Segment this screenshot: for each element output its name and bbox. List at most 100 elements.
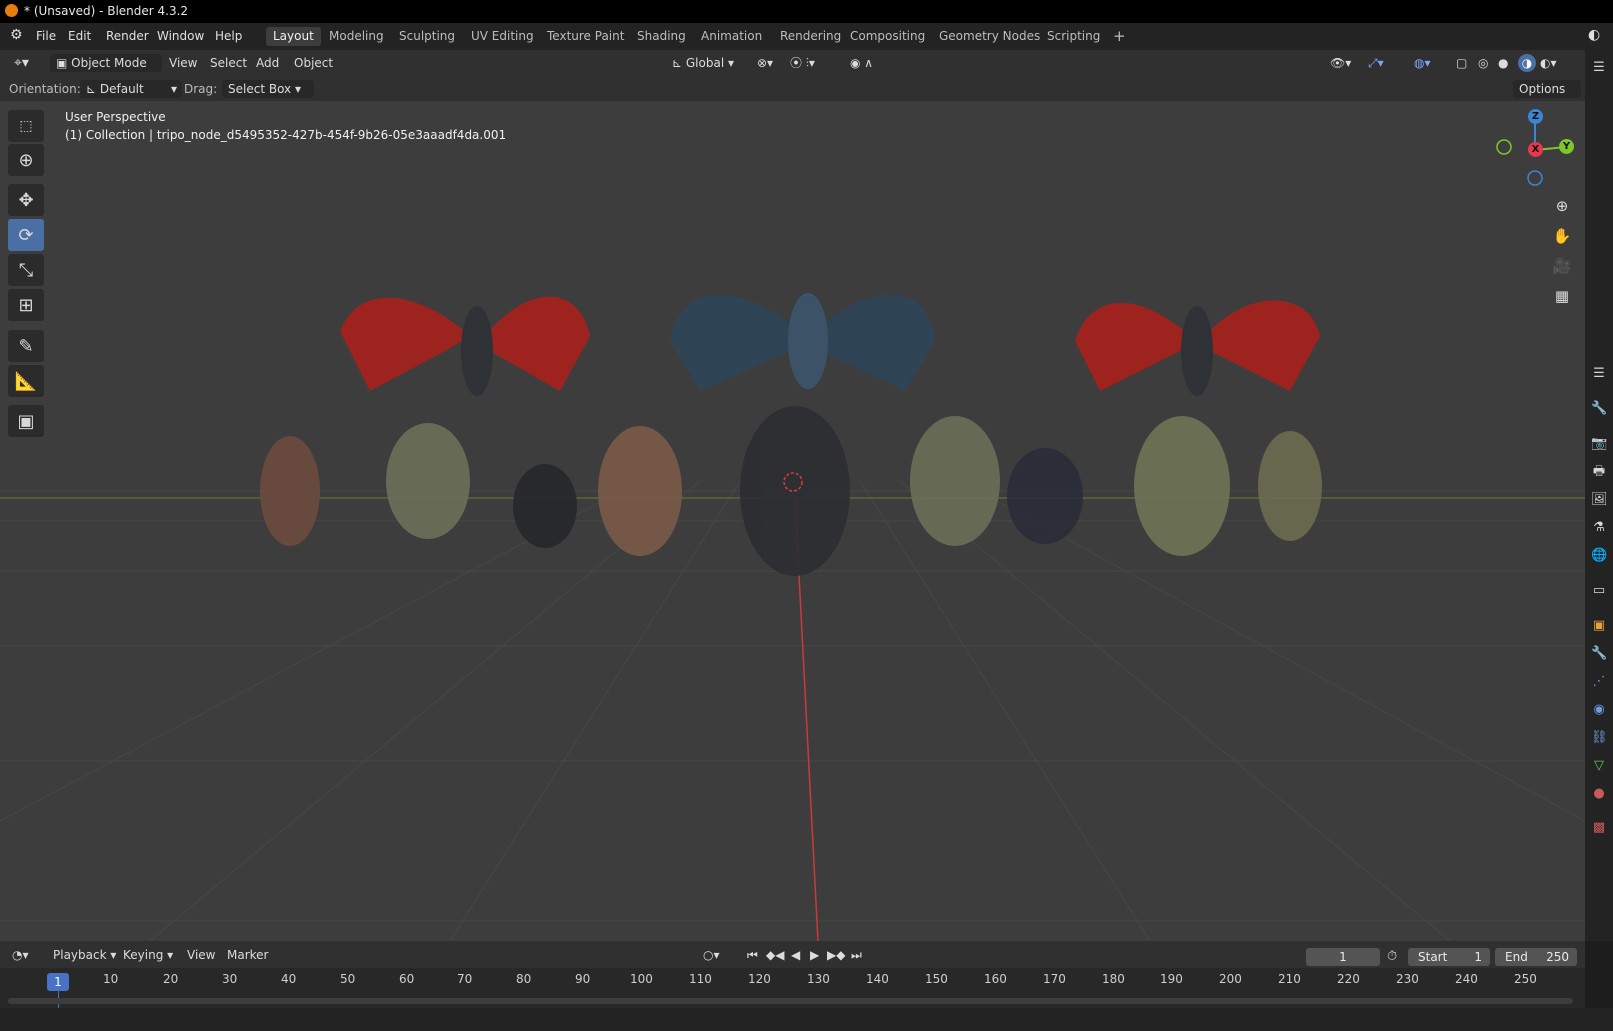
add-workspace-icon[interactable]: + xyxy=(1106,27,1133,46)
tab-modeling[interactable]: Modeling xyxy=(322,27,391,46)
scene-icon[interactable]: ◐ xyxy=(1588,27,1600,43)
rendered-shading-icon[interactable]: ◐▾ xyxy=(1540,54,1557,72)
gizmo-z[interactable]: Z xyxy=(1528,109,1543,124)
menu-window[interactable]: Window xyxy=(157,29,204,43)
proportional-edit-icon[interactable]: ◉ ∧ xyxy=(850,54,873,72)
keying-menu[interactable]: Keying ▾ xyxy=(123,946,173,964)
object-tab-icon[interactable]: ▣ xyxy=(1591,618,1607,634)
frame-tick: 150 xyxy=(925,972,948,986)
window-title: * (Unsaved) - Blender 4.3.2 xyxy=(24,4,189,18)
gizmo-x[interactable]: X xyxy=(1528,142,1543,157)
current-frame-field[interactable]: 1 xyxy=(1306,948,1380,966)
playback-menu[interactable]: Playback ▾ xyxy=(53,946,116,964)
modifier-tab-icon[interactable]: 🔧 xyxy=(1591,646,1607,662)
world-tab-icon[interactable]: 🌐 xyxy=(1591,548,1607,564)
select-box-tool-icon[interactable]: ⬚ xyxy=(8,110,44,142)
output-tab-icon[interactable]: 🖶 xyxy=(1591,464,1607,480)
blender-menu-icon[interactable]: ⚙ xyxy=(10,27,23,43)
cursor-tool-icon[interactable]: ⊕ xyxy=(8,144,44,176)
jump-end-icon[interactable]: ⏭ xyxy=(851,946,862,964)
timeline-area[interactable]: 1 10 20 30 40 50 60 70 80 90 100 110 120… xyxy=(0,968,1585,1008)
menu-view[interactable]: View xyxy=(169,54,197,72)
zoom-icon[interactable]: ⊕ xyxy=(1548,193,1576,219)
timeline-scrollbar[interactable] xyxy=(8,998,1573,1004)
overlay-toggle-icon[interactable]: ◍▾ xyxy=(1414,54,1431,72)
xray-icon[interactable]: ▢ xyxy=(1456,54,1467,72)
preview-range-icon[interactable]: ⏱ xyxy=(1387,949,1397,964)
gizmo-toggle-icon[interactable]: ⤢▾ xyxy=(1368,54,1384,72)
render-tab-icon[interactable]: 📷 xyxy=(1591,436,1607,452)
3d-viewport[interactable]: Z Y X xyxy=(0,101,1585,941)
editor-type-icon[interactable]: ⌖▾ xyxy=(14,54,29,72)
drag-dropdown[interactable]: Select Box ▾ xyxy=(222,80,314,98)
gizmo-y[interactable]: Y xyxy=(1559,139,1574,154)
move-tool-icon[interactable]: ✥ xyxy=(8,184,44,216)
visibility-icon[interactable]: 👁▾ xyxy=(1330,54,1351,72)
camera-view-icon[interactable]: 🎥 xyxy=(1548,253,1576,279)
annotate-tool-icon[interactable]: ✎ xyxy=(8,330,44,362)
wireframe-shading-icon[interactable]: ◎ xyxy=(1478,54,1488,72)
menu-file[interactable]: File xyxy=(36,29,56,43)
tab-texture-paint[interactable]: Texture Paint xyxy=(540,27,631,46)
snap-icon[interactable]: ⦿ ⫶▾ xyxy=(790,54,815,72)
next-keyframe-icon[interactable]: ▶◆ xyxy=(827,946,845,964)
collection-tab-icon[interactable]: ▭ xyxy=(1591,583,1607,599)
view-layer-tab-icon[interactable]: 🖼 xyxy=(1591,492,1608,508)
tool-tab-icon[interactable]: 🔧 xyxy=(1591,401,1607,417)
add-cube-tool-icon[interactable]: ▣ xyxy=(8,405,44,437)
scale-tool-icon[interactable]: ⤡ xyxy=(8,254,44,286)
status-bar xyxy=(0,1008,1613,1031)
tab-animation[interactable]: Animation xyxy=(694,27,769,46)
tab-uv-editing[interactable]: UV Editing xyxy=(464,27,541,46)
rotate-tool-icon[interactable]: ⟳ xyxy=(8,219,44,251)
menu-help[interactable]: Help xyxy=(215,29,242,43)
measure-tool-icon[interactable]: 📐 xyxy=(8,365,44,397)
menu-add[interactable]: Add xyxy=(256,54,279,72)
tab-scripting[interactable]: Scripting xyxy=(1040,27,1107,46)
mode-dropdown[interactable]: ▣ Object Mode ▾ xyxy=(50,54,162,88)
pivot-icon[interactable]: ⊗▾ xyxy=(757,54,773,72)
menu-edit[interactable]: Edit xyxy=(68,29,91,43)
data-tab-icon[interactable]: ▽ xyxy=(1591,758,1607,774)
play-reverse-icon[interactable]: ◀ xyxy=(791,946,800,964)
tab-layout[interactable]: Layout xyxy=(266,27,321,46)
tab-shading[interactable]: Shading xyxy=(630,27,693,46)
auto-keying-icon[interactable]: ○▾ xyxy=(703,946,720,964)
tab-compositing[interactable]: Compositing xyxy=(843,27,932,46)
tab-geometry-nodes[interactable]: Geometry Nodes xyxy=(932,27,1047,46)
transform-orientation-dropdown[interactable]: ⊾ Global ▾ xyxy=(672,54,734,72)
drag-value: Select Box xyxy=(228,82,292,96)
menu-select[interactable]: Select xyxy=(210,54,247,72)
playback-label: Playback xyxy=(53,948,107,962)
marker-menu[interactable]: Marker xyxy=(227,946,268,964)
properties-editor-icon[interactable]: ☰ xyxy=(1591,366,1607,382)
physics-tab-icon[interactable]: ◉ xyxy=(1591,702,1607,718)
menu-object[interactable]: Object xyxy=(294,54,333,72)
solid-shading-icon[interactable]: ● xyxy=(1498,54,1508,72)
material-shading-icon[interactable]: ◑ xyxy=(1518,54,1536,72)
tab-sculpting[interactable]: Sculpting xyxy=(392,27,462,46)
constraints-tab-icon[interactable]: ⛓ xyxy=(1591,730,1608,746)
frame-tick: 120 xyxy=(748,972,771,986)
options-dropdown[interactable]: Options ▾ xyxy=(1513,80,1581,114)
clock-editor-icon[interactable]: ◔▾ xyxy=(12,946,29,964)
playhead-frame[interactable]: 1 xyxy=(47,973,69,991)
particles-tab-icon[interactable]: ⋰ xyxy=(1591,674,1607,690)
orientation-dropdown[interactable]: ⊾ Default ▾ xyxy=(80,80,182,98)
pan-hand-icon[interactable]: ✋ xyxy=(1548,223,1576,249)
material-tab-icon[interactable]: ● xyxy=(1591,786,1607,802)
scene-tab-icon[interactable]: ⚗ xyxy=(1591,520,1607,536)
start-frame-field[interactable]: Start 1 xyxy=(1408,948,1490,966)
outliner-icon[interactable]: ☰ xyxy=(1591,60,1607,76)
transform-tool-icon[interactable]: ⊞ xyxy=(8,289,44,321)
prev-keyframe-icon[interactable]: ◆◀ xyxy=(766,946,784,964)
end-frame-field[interactable]: End 250 xyxy=(1495,948,1577,966)
timeline-view-menu[interactable]: View xyxy=(187,946,215,964)
jump-start-icon[interactable]: ⏮ xyxy=(747,946,758,964)
menu-render[interactable]: Render xyxy=(106,29,149,43)
ortho-grid-icon[interactable]: ▦ xyxy=(1548,283,1576,309)
texture-tab-icon[interactable]: ▩ xyxy=(1591,820,1607,836)
tab-rendering[interactable]: Rendering xyxy=(773,27,848,46)
play-icon[interactable]: ▶ xyxy=(810,946,819,964)
frame-tick: 240 xyxy=(1455,972,1478,986)
